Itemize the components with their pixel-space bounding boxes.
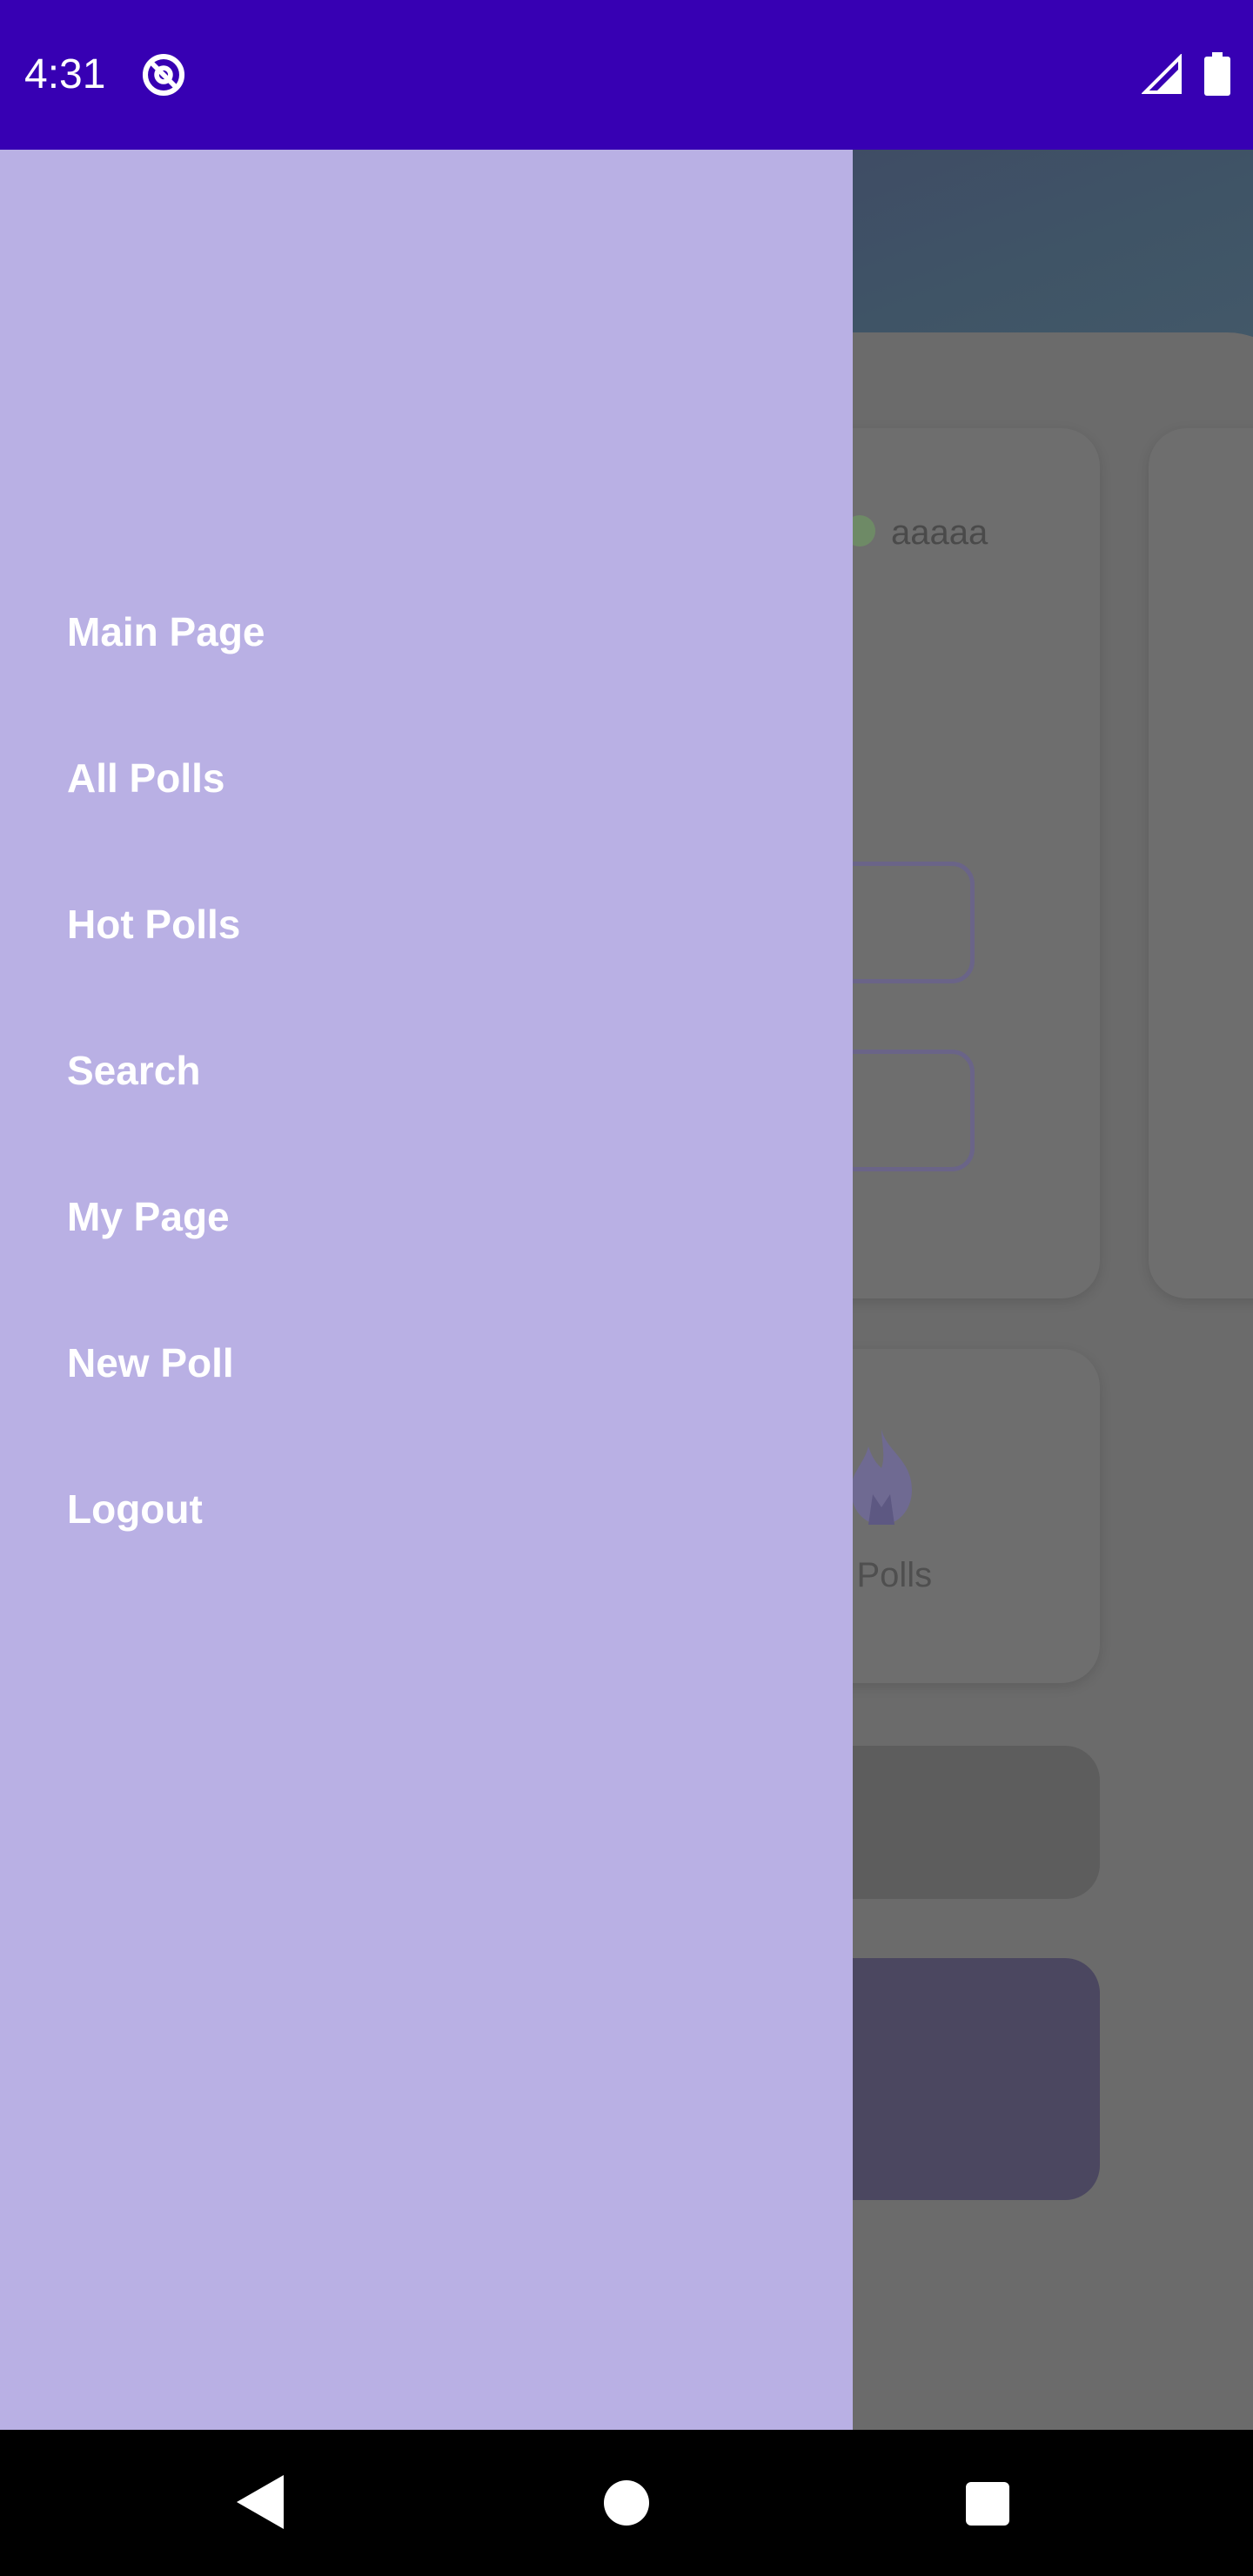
navigation-drawer: Main Page All Polls Hot Polls Search My … (0, 150, 853, 2430)
back-icon[interactable] (237, 2475, 284, 2529)
drawer-item-my-page[interactable]: My Page (0, 1144, 853, 1290)
status-time: 4:31 (24, 51, 106, 97)
fire-icon (851, 1429, 912, 1525)
drawer-item-new-poll[interactable]: New Poll (0, 1290, 853, 1436)
battery-icon (1204, 52, 1230, 96)
drawer-item-all-polls[interactable]: All Polls (0, 705, 853, 851)
at-sign-icon (142, 53, 185, 97)
drawer-item-hot-polls[interactable]: Hot Polls (0, 851, 853, 997)
signal-icon (1142, 54, 1182, 94)
drawer-item-search[interactable]: Search (0, 997, 853, 1144)
background-poll-card-next (1149, 428, 1253, 1298)
status-bar: 4:31 (0, 0, 1253, 150)
home-icon[interactable] (604, 2480, 649, 2526)
recents-icon[interactable] (966, 2482, 1009, 2526)
drawer-item-main-page[interactable]: Main Page (0, 559, 853, 705)
drawer-item-logout[interactable]: Logout (0, 1436, 853, 1582)
background-user-name: aaaaa (891, 513, 988, 552)
